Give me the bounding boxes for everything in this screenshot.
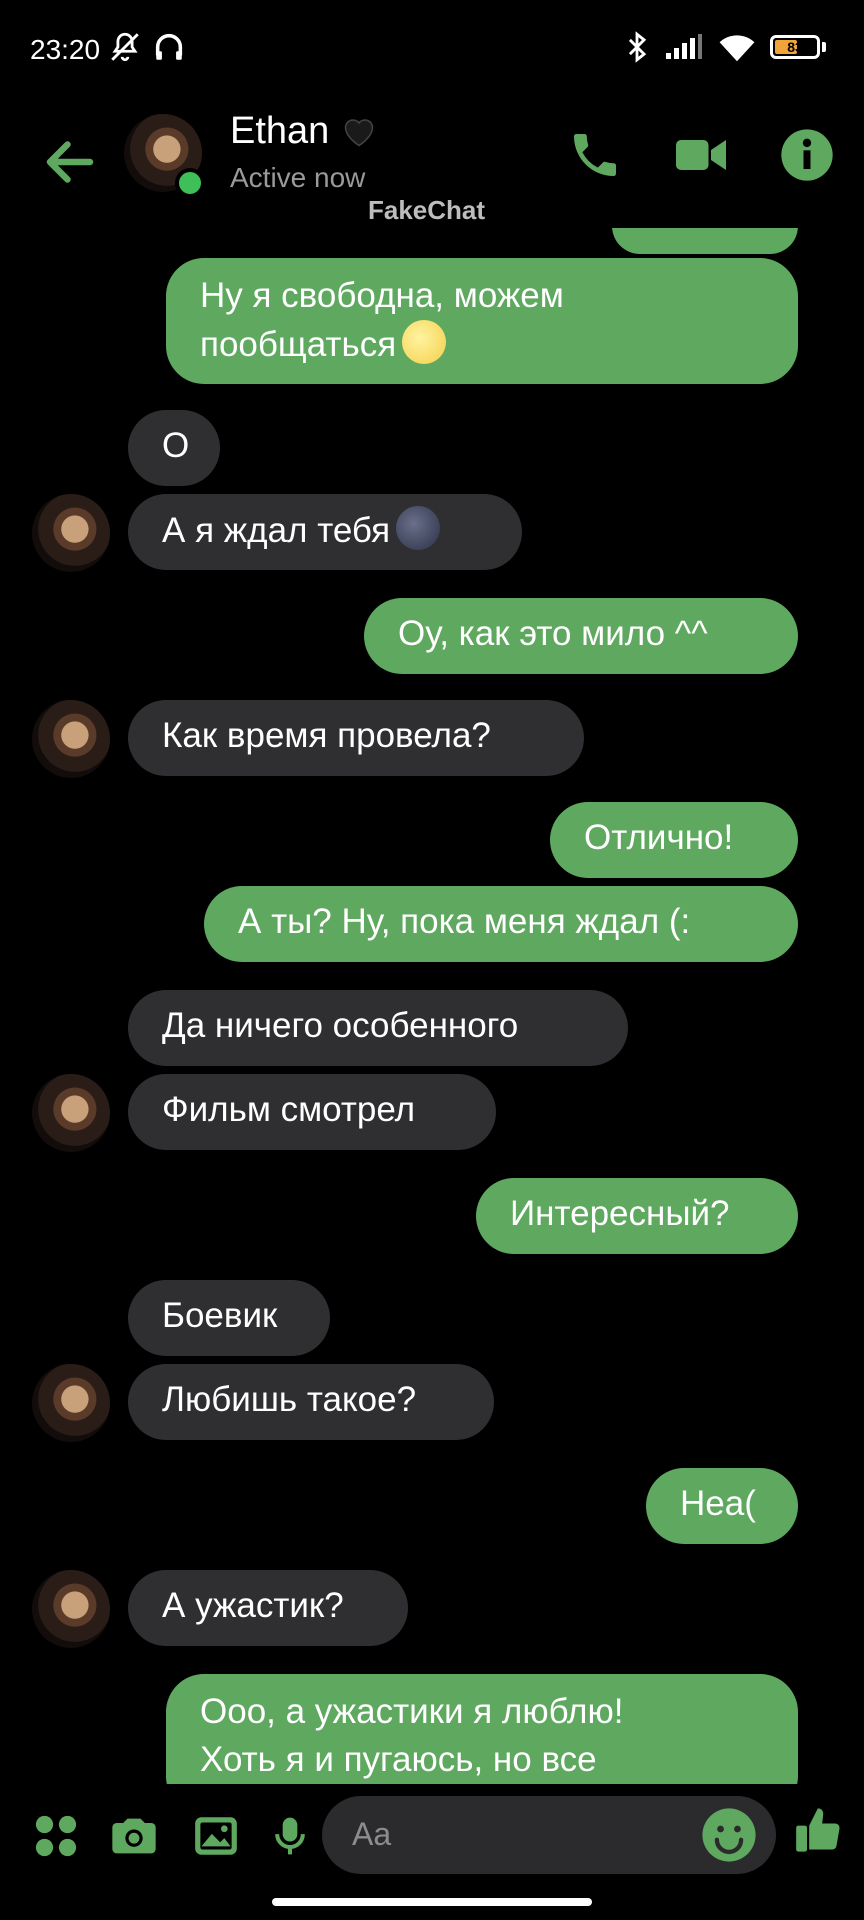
message-bubble-in[interactable]: А ужастик? (128, 1570, 408, 1646)
message-bubble-in[interactable]: А я ждал тебя (128, 494, 522, 570)
battery-tip (822, 42, 826, 52)
message-text: А ужастик? (162, 1586, 344, 1625)
message-text: Интересный? (510, 1194, 730, 1233)
full-moon-face-emoji-icon (402, 320, 447, 364)
message-input-placeholder: Aa (352, 1816, 392, 1852)
thumbs-up-icon (796, 1808, 840, 1852)
home-indicator[interactable] (272, 1898, 592, 1906)
phone-icon (574, 134, 616, 176)
black-heart-icon (345, 118, 374, 146)
emoji-button[interactable] (700, 1806, 758, 1864)
contact-avatar-small[interactable] (32, 1570, 110, 1648)
apps-icon (35, 1815, 77, 1857)
battery-icon: 83 (770, 35, 820, 59)
message-bubble-in[interactable]: Как время провела? (128, 700, 584, 776)
message-text: Фильм смотрел (162, 1090, 416, 1129)
message-bubble-partial[interactable] (612, 228, 798, 254)
message-text: Да ничего особенного (162, 1006, 519, 1045)
contact-status: Active now (230, 162, 366, 193)
online-indicator (175, 168, 205, 198)
watermark: FakeChat (368, 195, 486, 225)
message-bubble-in[interactable]: Боевик (128, 1280, 330, 1356)
message-input[interactable]: Aa (322, 1796, 776, 1874)
emoji-icon (702, 1808, 756, 1862)
video-icon (676, 140, 726, 170)
gallery-button[interactable] (190, 1810, 242, 1862)
message-text: пообщаться (200, 325, 397, 364)
status-icons-right: 83 (624, 30, 826, 64)
mic-button[interactable] (264, 1810, 316, 1862)
message-list[interactable]: Ну я свободна, можем пообщаться О А я жд… (0, 228, 864, 1784)
status-bar: 23:20 83 (0, 0, 864, 100)
message-bubble-out[interactable]: Оу, как это мило ^^ (364, 598, 798, 674)
signal-icon (666, 34, 702, 59)
like-button[interactable] (794, 1804, 846, 1856)
message-text: О (162, 426, 190, 465)
message-bubble-out[interactable]: Ну я свободна, можем пообщаться (166, 258, 798, 384)
message-text: Неа( (680, 1484, 756, 1523)
message-text: Хоть я и пугаюсь, но все (200, 1740, 597, 1779)
contact-avatar-small[interactable] (32, 494, 110, 572)
contact-name[interactable]: Ethan (230, 110, 377, 153)
camera-button[interactable] (108, 1810, 160, 1862)
message-bubble-in[interactable]: Любишь такое? (128, 1364, 494, 1440)
chat-header: Ethan Active now FakeChat (0, 100, 864, 230)
video-call-button[interactable] (668, 122, 734, 188)
contact-avatar-small[interactable] (32, 700, 110, 778)
message-text: Боевик (162, 1296, 278, 1335)
call-button[interactable] (562, 122, 628, 188)
back-button[interactable] (40, 132, 100, 192)
message-bubble-in[interactable]: Фильм смотрел (128, 1074, 496, 1150)
contact-avatar-small[interactable] (32, 1364, 110, 1442)
back-arrow-icon (46, 141, 94, 183)
message-bubble-in[interactable]: О (128, 410, 220, 486)
headphones-icon (155, 33, 183, 60)
message-text: Оу, как это мило ^^ (398, 614, 708, 653)
camera-icon (112, 1818, 156, 1854)
message-text: А ты? Ну, пока меня ждал (: (238, 902, 691, 941)
new-moon-face-emoji-icon (396, 506, 441, 550)
message-text: Любишь такое? (162, 1380, 417, 1419)
message-bubble-out[interactable]: Интересный? (476, 1178, 798, 1254)
message-text: А я ждал тебя (162, 511, 391, 550)
contact-name-text: Ethan (230, 110, 330, 152)
message-bubble-out[interactable]: Ооо, а ужастики я люблю! Хоть я и пугаюс… (166, 1674, 798, 1784)
message-text: Как время провела? (162, 716, 491, 755)
message-bubble-out[interactable]: А ты? Ну, пока меня ждал (: (204, 886, 798, 962)
battery-level: 83 (787, 39, 803, 55)
status-time: 23:20 (30, 34, 101, 65)
bluetooth-icon (628, 31, 647, 63)
gallery-icon (195, 1817, 237, 1855)
message-bubble-out[interactable]: Отлично! (550, 802, 798, 878)
message-bubble-in[interactable]: Да ничего особенного (128, 990, 628, 1066)
message-text: Отлично! (584, 818, 734, 857)
wifi-icon (719, 35, 755, 62)
message-text: Ну я свободна, можем (200, 276, 564, 315)
mic-icon (275, 1817, 305, 1855)
contact-avatar-small[interactable] (32, 1074, 110, 1152)
message-text: Ооо, а ужастики я люблю! (200, 1692, 624, 1731)
info-icon (781, 129, 833, 181)
composer-bar: Aa (0, 1784, 864, 1884)
mute-icon (111, 32, 139, 62)
message-bubble-out[interactable]: Неа( (646, 1468, 798, 1544)
status-icons-left (108, 30, 186, 64)
apps-button[interactable] (30, 1810, 82, 1862)
info-button[interactable] (774, 122, 840, 188)
